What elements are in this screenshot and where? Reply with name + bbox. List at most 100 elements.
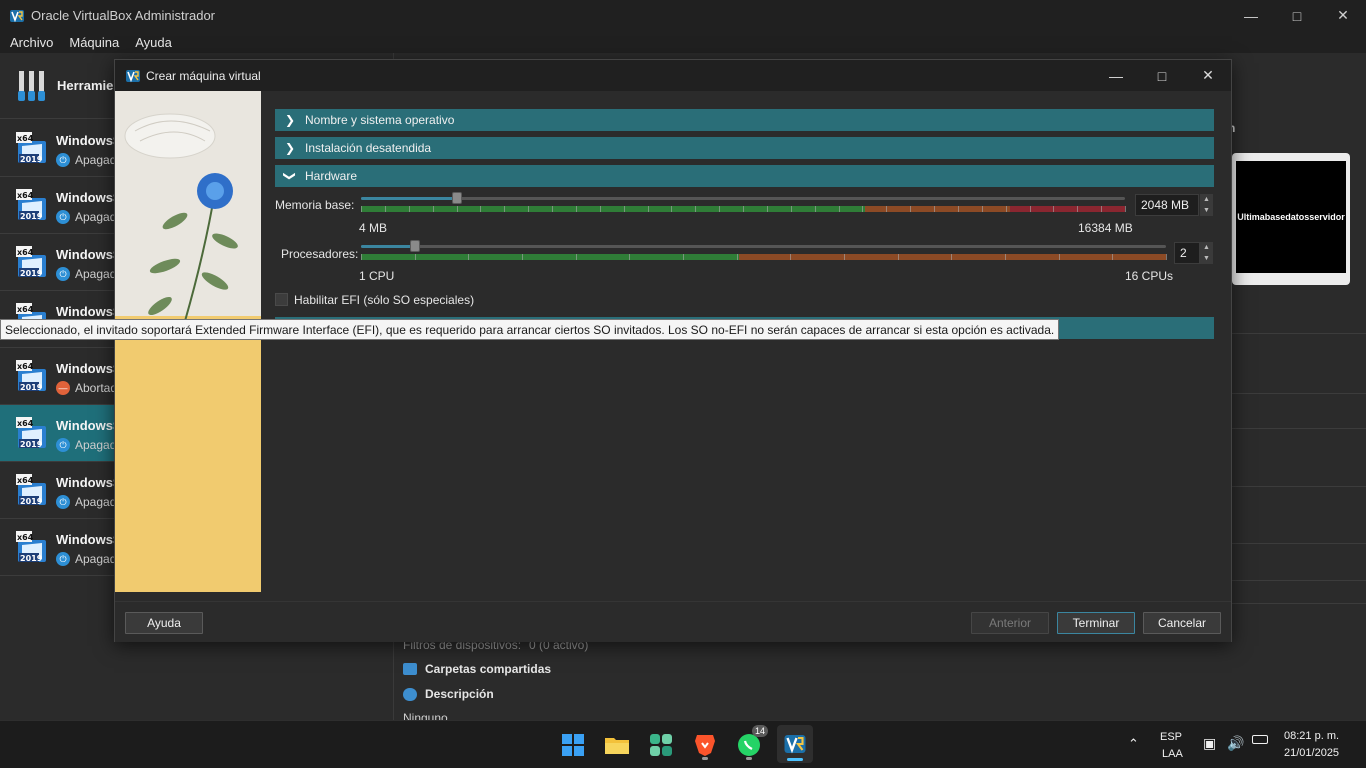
brave-browser-button[interactable] xyxy=(689,729,721,761)
finish-button[interactable]: Terminar xyxy=(1057,612,1135,634)
volume-icon[interactable]: 🔊 xyxy=(1227,735,1244,752)
windows-server-os-icon: x64 2019 xyxy=(16,246,46,278)
section-name-os[interactable]: ❯ Nombre y sistema operativo xyxy=(275,109,1214,131)
windows-server-os-icon: x64 2019 xyxy=(16,189,46,221)
power-off-icon: ⏻ xyxy=(56,267,70,281)
spin-down-icon[interactable]: ▼ xyxy=(1200,253,1213,264)
slider-tick xyxy=(629,254,630,260)
memory-spin-buttons[interactable]: ▲ ▼ xyxy=(1200,194,1213,216)
folder-icon xyxy=(605,738,629,754)
language-bottom[interactable]: LAA xyxy=(1162,748,1183,760)
vm-name: WindowsS xyxy=(56,190,122,205)
windows-server-os-icon: x64 2019 xyxy=(16,417,46,449)
slider-tick xyxy=(480,206,481,212)
clock-time[interactable]: 08:21 p. m. xyxy=(1284,730,1339,742)
version-badge: 2019 xyxy=(20,497,43,506)
dialog-close-button[interactable]: ✕ xyxy=(1185,60,1231,91)
slider-tick xyxy=(361,254,362,260)
dialog-minimize-button[interactable]: — xyxy=(1093,60,1139,91)
vm-name: WindowsS xyxy=(56,304,122,319)
cpu-max-label: 16 CPUs xyxy=(1125,269,1174,283)
spin-up-icon[interactable]: ▲ xyxy=(1200,242,1213,253)
spin-down-icon[interactable]: ▼ xyxy=(1200,205,1213,216)
memory-value: 2048 MB xyxy=(1141,198,1190,212)
close-button[interactable]: ✕ xyxy=(1320,0,1366,31)
plant-illustration xyxy=(124,113,238,322)
version-badge: 2019 xyxy=(20,269,43,278)
shared-folders-heading[interactable]: Carpetas compartidas xyxy=(403,662,551,676)
slider-tick xyxy=(815,206,816,212)
slider-tick xyxy=(522,254,523,260)
slider-tick xyxy=(910,206,911,212)
chevron-up-icon[interactable]: ⌃ xyxy=(1128,736,1139,752)
file-explorer-button[interactable] xyxy=(601,729,633,761)
vm-state-label: Apagad xyxy=(75,438,117,452)
menu-archivo[interactable]: Archivo xyxy=(10,35,53,50)
maximize-button[interactable]: □ xyxy=(1274,0,1320,31)
network-icon[interactable]: ▣ xyxy=(1203,735,1216,752)
app-title: Oracle VirtualBox Administrador xyxy=(31,8,216,23)
slider-tick xyxy=(958,206,959,212)
create-vm-dialog: Crear máquina virtual — □ ✕ ❯ Nombre y s… xyxy=(114,59,1232,642)
help-button[interactable]: Ayuda xyxy=(125,612,203,634)
cpu-slider-handle[interactable] xyxy=(409,240,420,252)
efi-checkbox[interactable] xyxy=(275,293,288,306)
cpu-min-label: 1 CPU xyxy=(359,269,395,283)
vm-preview: Ultimabasedatosservidor xyxy=(1232,153,1350,285)
spin-up-icon[interactable]: ▲ xyxy=(1200,194,1213,205)
memory-slider-handle[interactable] xyxy=(451,192,462,204)
version-badge: 2019 xyxy=(20,554,43,563)
minimize-button[interactable]: — xyxy=(1228,0,1274,31)
menu-ayuda[interactable]: Ayuda xyxy=(135,35,172,50)
arch-badge: x64 xyxy=(17,476,34,485)
vm-state-label: Abortad xyxy=(75,381,118,395)
battery-icon[interactable] xyxy=(1252,735,1268,747)
efi-label[interactable]: Habilitar EFI (sólo SO especiales) xyxy=(294,293,474,307)
slider-tick xyxy=(528,206,529,212)
virtualbox-taskbar-button[interactable] xyxy=(777,725,813,763)
description-label: Descripción xyxy=(425,687,494,701)
tools-label: Herramien xyxy=(57,78,122,93)
version-badge: 2019 xyxy=(20,440,43,449)
slider-tick xyxy=(743,206,744,212)
vm-name: WindowsS xyxy=(56,475,122,490)
slider-tick xyxy=(683,254,684,260)
app-store-button[interactable] xyxy=(645,729,677,761)
power-off-icon: ⏻ xyxy=(56,210,70,224)
virtualbox-icon xyxy=(126,69,140,82)
language-top[interactable]: ESP xyxy=(1160,731,1182,743)
section-unattended[interactable]: ❯ Instalación desatendida xyxy=(275,137,1214,159)
memory-spinbox[interactable]: 2048 MB xyxy=(1135,194,1199,216)
dialog-maximize-button[interactable]: □ xyxy=(1139,60,1185,91)
virtualbox-icon xyxy=(10,9,24,22)
arch-badge: x64 xyxy=(17,362,34,371)
vm-state-label: Apagad xyxy=(75,210,117,224)
slider-tick xyxy=(791,206,792,212)
vm-name: WindowsS xyxy=(56,247,122,262)
arch-badge: x64 xyxy=(17,248,34,257)
back-button[interactable]: Anterior xyxy=(971,612,1049,634)
virtualbox-icon xyxy=(784,735,806,754)
description-heading[interactable]: Descripción xyxy=(403,687,494,701)
vm-state-label: Apagad xyxy=(75,153,117,167)
menu-maquina[interactable]: Máquina xyxy=(69,35,119,50)
power-off-icon: ⏻ xyxy=(56,552,70,566)
windows-server-os-icon: x64 2019 xyxy=(16,474,46,506)
vm-state-label: Apagad xyxy=(75,552,117,566)
windows-start-icon xyxy=(562,734,584,756)
start-button[interactable] xyxy=(557,729,589,761)
slider-tick xyxy=(1053,206,1054,212)
slider-tick xyxy=(719,206,720,212)
cpu-spin-buttons[interactable]: ▲ ▼ xyxy=(1200,242,1213,264)
slider-tick xyxy=(790,254,791,260)
chevron-right-icon: ❯ xyxy=(284,141,296,155)
whatsapp-button[interactable]: 14 xyxy=(733,725,769,761)
brave-lion-icon xyxy=(695,735,715,756)
vm-state-label: Apagad xyxy=(75,495,117,509)
dialog-titlebar: Crear máquina virtual — □ ✕ xyxy=(115,60,1231,91)
clock-date[interactable]: 21/01/2025 xyxy=(1284,747,1339,759)
section-hardware[interactable]: ❯ Hardware xyxy=(275,165,1214,187)
cancel-button[interactable]: Cancelar xyxy=(1143,612,1221,634)
cpu-spinbox[interactable]: 2 xyxy=(1174,242,1200,264)
vm-name: WindowsS xyxy=(56,532,122,547)
